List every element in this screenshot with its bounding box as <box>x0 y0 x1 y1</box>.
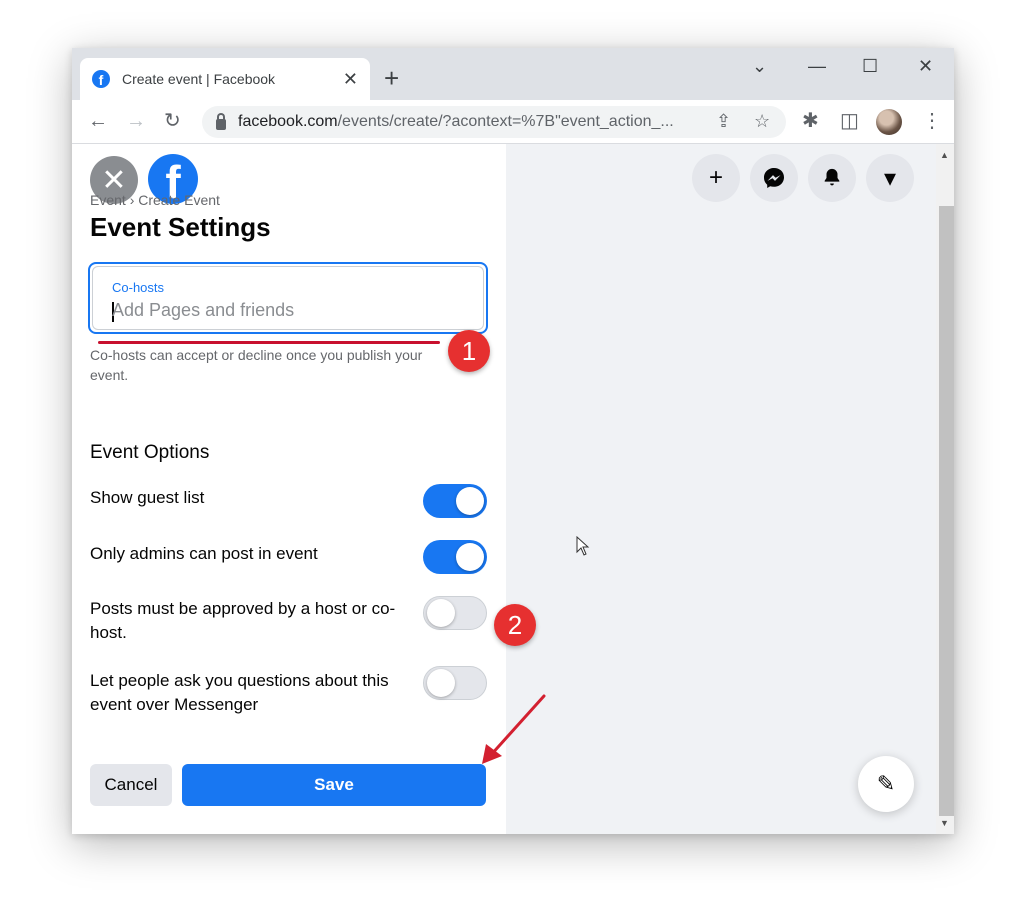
tab-create-event[interactable]: f Create event | Facebook ✕ <box>80 58 370 100</box>
share-icon[interactable]: ⇪ <box>716 111 731 132</box>
toggle-show-guest-list[interactable] <box>423 484 487 518</box>
annotation-badge-1: 1 <box>448 330 490 372</box>
bookmark-star-icon[interactable]: ☆ <box>754 111 770 132</box>
cohosts-helper-text: Co-hosts can accept or decline once you … <box>90 347 423 383</box>
toggle-admins-only[interactable] <box>423 540 487 574</box>
option-label-show-guest-list: Show guest list <box>90 488 205 507</box>
breadcrumb: Event › Create Event <box>90 192 220 208</box>
extensions-icon[interactable]: ✱ <box>802 110 819 132</box>
toggle-knob <box>427 599 455 627</box>
annotation-underline <box>98 341 440 344</box>
option-label-messenger-questions: Let people ask you questions about this … <box>90 671 389 714</box>
chrome-menu-icon[interactable]: ⋮ <box>922 110 942 132</box>
browser-window: f Create event | Facebook ✕ + ⌄ — ☐ ✕ ← … <box>72 48 954 834</box>
new-tab-button[interactable]: + <box>384 65 399 91</box>
option-label-posts-approval: Posts must be approved by a host or co-h… <box>90 599 396 642</box>
browser-toolbar: ← → ↻ facebook.com/events/create/?aconte… <box>72 100 954 144</box>
account-menu-caret-icon[interactable]: ▾ <box>866 154 914 202</box>
scroll-up-arrow-icon[interactable]: ▲ <box>940 150 949 160</box>
mouse-cursor-icon <box>576 536 590 556</box>
annotation-arrow <box>482 694 546 764</box>
scrollbar-thumb[interactable] <box>939 206 954 816</box>
page-content: ✕ f Event › Create Event Event Settings … <box>72 144 954 834</box>
address-bar[interactable]: facebook.com/events/create/?acontext=%7B… <box>202 106 786 138</box>
facebook-favicon-icon: f <box>92 70 110 88</box>
notifications-bell-icon[interactable] <box>808 154 856 202</box>
forward-icon[interactable]: → <box>126 110 146 132</box>
event-options-heading: Event Options <box>90 442 210 463</box>
reload-icon[interactable]: ↻ <box>164 110 181 132</box>
profile-avatar[interactable] <box>876 109 902 135</box>
messenger-icon[interactable] <box>750 154 798 202</box>
cohosts-label: Co-hosts <box>112 280 165 295</box>
maximize-button[interactable]: ☐ <box>862 56 878 77</box>
window-close-button[interactable]: ✕ <box>918 56 933 77</box>
tab-strip: f Create event | Facebook ✕ + ⌄ — ☐ ✕ <box>72 48 954 100</box>
annotation-badge-2: 2 <box>494 604 536 646</box>
compose-message-icon[interactable]: ✎ <box>858 756 914 812</box>
tab-search-chevron-icon[interactable]: ⌄ <box>752 56 767 77</box>
cohosts-input[interactable] <box>112 300 452 321</box>
toggle-knob <box>456 543 484 571</box>
url-path: /events/create/?acontext=%7B"event_actio… <box>337 113 674 130</box>
toggle-knob <box>456 487 484 515</box>
page-title: Event Settings <box>90 212 271 242</box>
side-panel-icon[interactable]: ◫ <box>840 110 859 132</box>
scroll-down-arrow-icon[interactable]: ▼ <box>940 818 949 828</box>
minimize-button[interactable]: — <box>808 56 826 77</box>
toggle-posts-approval[interactable] <box>423 596 487 630</box>
tab-close-icon[interactable]: ✕ <box>343 69 358 90</box>
cancel-button[interactable]: Cancel <box>90 764 172 806</box>
url-text[interactable]: facebook.com/events/create/?acontext=%7B… <box>238 113 674 131</box>
toggle-knob <box>427 669 455 697</box>
tab-title: Create event | Facebook <box>122 71 276 87</box>
lock-icon[interactable] <box>216 112 226 130</box>
back-icon[interactable]: ← <box>88 110 108 132</box>
event-settings-panel: ✕ f Event › Create Event Event Settings … <box>72 144 506 834</box>
url-host: facebook.com <box>238 113 338 130</box>
option-label-admins-only: Only admins can post in event <box>90 544 318 563</box>
cohosts-field[interactable]: Co-hosts <box>88 262 488 334</box>
create-plus-icon[interactable]: + <box>692 154 740 202</box>
save-button[interactable]: Save <box>182 764 486 806</box>
